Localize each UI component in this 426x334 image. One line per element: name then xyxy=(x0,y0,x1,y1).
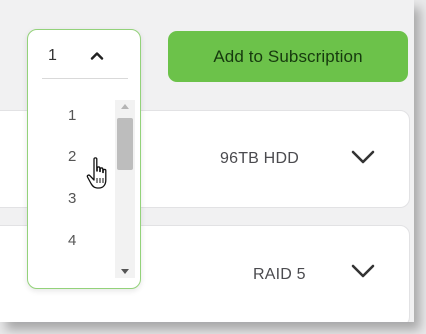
divider xyxy=(42,78,128,79)
quantity-selected-value: 1 xyxy=(48,47,57,64)
storage-value: 96TB HDD xyxy=(220,150,299,167)
scrollbar-thumb[interactable] xyxy=(117,118,133,170)
quantity-option-3[interactable]: 3 xyxy=(68,190,76,207)
chevron-up-icon[interactable] xyxy=(90,51,104,60)
dropdown-scrollbar[interactable] xyxy=(115,100,135,278)
quantity-select[interactable]: 1 1 2 3 4 xyxy=(27,29,141,289)
app-frame: 96TB HDD RAID 5 Add to Subscription 1 1 … xyxy=(0,0,414,322)
quantity-option-1[interactable]: 1 xyxy=(68,107,76,124)
chevron-down-icon[interactable] xyxy=(350,263,376,279)
scroll-down-arrow-icon[interactable] xyxy=(115,264,135,278)
add-to-subscription-button[interactable]: Add to Subscription xyxy=(168,31,408,82)
raid-value: RAID 5 xyxy=(253,266,306,283)
hand-pointer-icon xyxy=(86,157,107,189)
quantity-option-2[interactable]: 2 xyxy=(68,148,76,165)
scroll-up-arrow-icon[interactable] xyxy=(115,100,135,114)
quantity-select-header[interactable]: 1 xyxy=(28,30,140,80)
chevron-down-icon[interactable] xyxy=(350,149,376,165)
quantity-option-4[interactable]: 4 xyxy=(68,232,76,249)
